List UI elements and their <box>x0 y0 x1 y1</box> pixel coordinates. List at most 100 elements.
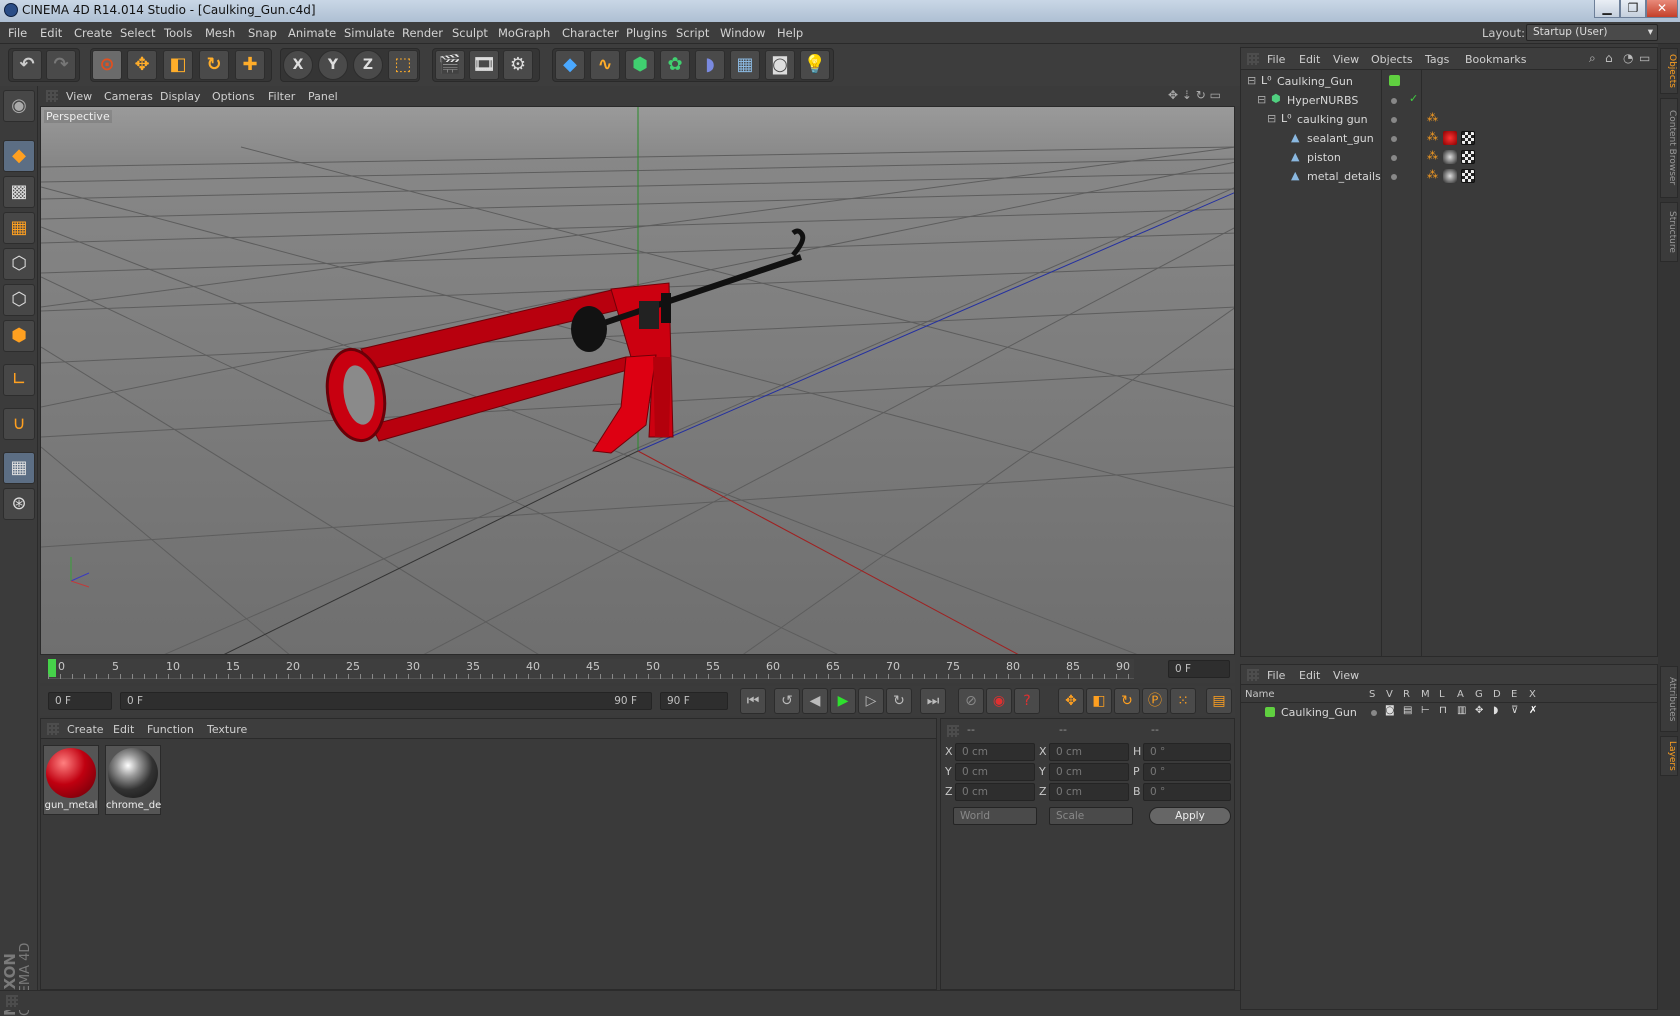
rotation-h-field[interactable]: 0 ° <box>1143 743 1231 761</box>
nurbs-icon[interactable]: ⬢ <box>625 50 655 80</box>
array-icon[interactable]: ✿ <box>660 50 690 80</box>
menu-window[interactable]: Window <box>720 26 765 40</box>
layer-col-locked[interactable]: L <box>1439 689 1445 700</box>
model-mode-icon[interactable]: ◆ <box>3 140 35 172</box>
key-pla-icon[interactable]: ⁙ <box>1170 688 1196 714</box>
tab-content-browser[interactable]: Content Browser <box>1660 98 1678 198</box>
phong-tag-icon[interactable]: ⁂ <box>1427 111 1438 124</box>
coord-mode-select[interactable]: Scale <box>1049 807 1133 825</box>
points-mode-icon[interactable]: ⬡ <box>3 248 35 280</box>
minimize-button[interactable]: ▁ <box>1594 0 1620 18</box>
magnet-icon[interactable]: ∪ <box>3 408 35 440</box>
material-swatch[interactable]: gun_metal <box>43 745 99 815</box>
size-y-field[interactable]: 0 cm <box>1049 763 1129 781</box>
timeline[interactable]: 0 5 10 15 20 25 30 35 40 45 50 55 60 65 … <box>40 657 1235 683</box>
texture-mode-icon[interactable]: ▩ <box>3 176 35 208</box>
visibility-dot[interactable] <box>1391 98 1397 104</box>
layer-row[interactable]: Caulking_Gun ◙ ▤ ⊢ ⊓ ▥ ✥ ◗ ⊽ ✗ <box>1241 704 1657 722</box>
position-y-field[interactable]: 0 cm <box>955 763 1035 781</box>
material-swatch[interactable]: chrome_de <box>105 745 161 815</box>
light-icon[interactable]: 💡 <box>800 50 830 80</box>
object-row[interactable]: ▲ sealant_gun ⁂ <box>1241 129 1657 149</box>
visibility-dot[interactable] <box>1391 174 1397 180</box>
menu-character[interactable]: Character <box>562 26 619 40</box>
object-menu-tags[interactable]: Tags <box>1425 53 1449 66</box>
cube-icon[interactable]: ◆ <box>555 50 585 80</box>
object-menu-edit[interactable]: Edit <box>1299 53 1320 66</box>
viewport[interactable]: Perspective <box>40 106 1235 655</box>
viewport-menu-panel[interactable]: Panel <box>308 90 338 103</box>
size-x-field[interactable]: 0 cm <box>1049 743 1129 761</box>
tab-objects[interactable]: Objects <box>1660 48 1678 94</box>
step-back-icon[interactable]: ◀ <box>802 688 828 714</box>
object-row[interactable]: ⊟ ⬢ HyperNURBS ✓ <box>1241 91 1657 111</box>
search-icon[interactable]: ⌕ <box>1589 51 1596 66</box>
redo-icon[interactable]: ↷ <box>46 50 76 80</box>
close-button[interactable]: ✕ <box>1646 0 1678 18</box>
key-scale-icon[interactable]: ◧ <box>1086 688 1112 714</box>
autokey-icon[interactable]: ? <box>1014 688 1040 714</box>
live-selection-icon[interactable]: ⊙ <box>92 50 122 80</box>
generator-toggle-icon[interactable]: ✥ <box>1475 705 1483 716</box>
phong-tag-icon[interactable]: ⁂ <box>1427 168 1438 181</box>
menu-tools[interactable]: Tools <box>164 26 192 40</box>
size-z-field[interactable]: 0 cm <box>1049 783 1129 801</box>
axis-mode-icon[interactable]: ∟ <box>3 364 35 396</box>
timeline-window-icon[interactable]: ▤ <box>1206 688 1232 714</box>
menu-file[interactable]: File <box>8 26 27 40</box>
coordinate-system-icon[interactable]: ⬚ <box>388 50 418 80</box>
material-menu-function[interactable]: Function <box>147 723 194 736</box>
workplane-icon[interactable]: ▦ <box>3 212 35 244</box>
menu-render[interactable]: Render <box>402 26 443 40</box>
menu-plugins[interactable]: Plugins <box>626 26 667 40</box>
layer-col-solo[interactable]: S <box>1369 689 1375 700</box>
menu-create[interactable]: Create <box>74 26 112 40</box>
solo-toggle[interactable] <box>1371 710 1377 716</box>
layer-menu-view[interactable]: View <box>1333 669 1359 682</box>
manager-toggle-icon[interactable]: ⊢ <box>1421 705 1430 716</box>
render-view-icon[interactable]: 🎬 <box>435 50 465 80</box>
menu-mograph[interactable]: MoGraph <box>498 26 550 40</box>
tab-structure[interactable]: Structure <box>1660 202 1678 262</box>
layer-col-expressions[interactable]: E <box>1511 689 1517 700</box>
xref-toggle-icon[interactable]: ✗ <box>1529 705 1537 716</box>
go-to-start-icon[interactable]: ⏮ <box>740 688 766 714</box>
layer-col-view[interactable]: V <box>1386 689 1393 700</box>
start-frame-field[interactable]: 0 F <box>48 692 112 710</box>
visibility-dot[interactable] <box>1391 117 1397 123</box>
rotation-p-field[interactable]: 0 ° <box>1143 763 1231 781</box>
render-toggle-icon[interactable]: ▤ <box>1403 705 1412 716</box>
material-menu-create[interactable]: Create <box>67 723 104 736</box>
menu-script[interactable]: Script <box>676 26 709 40</box>
render-settings-icon[interactable]: ⚙ <box>503 50 533 80</box>
record-off-icon[interactable]: ⊘ <box>958 688 984 714</box>
render-picture-viewer-icon[interactable]: 🎞 <box>469 50 499 80</box>
timeline-ruler[interactable]: 0 5 10 15 20 25 30 35 40 45 50 55 60 65 … <box>48 659 1134 679</box>
object-row[interactable]: ⊟ L⁰ caulking gun ⁂ <box>1241 110 1657 130</box>
phong-tag-icon[interactable]: ⁂ <box>1427 130 1438 143</box>
apply-button[interactable]: Apply <box>1149 807 1231 825</box>
object-row[interactable]: ▲ metal_details ⁂ <box>1241 167 1657 187</box>
layer-col-generators[interactable]: G <box>1475 689 1483 700</box>
current-frame-field[interactable]: 0 F <box>1168 660 1230 678</box>
object-row[interactable]: ▲ piston ⁂ <box>1241 148 1657 168</box>
key-rotation-icon[interactable]: ↻ <box>1114 688 1140 714</box>
material-menu-edit[interactable]: Edit <box>113 723 134 736</box>
restore-button[interactable]: ❐ <box>1620 0 1646 18</box>
viewport-menu-options[interactable]: Options <box>212 90 254 103</box>
visibility-dot[interactable] <box>1391 155 1397 161</box>
viewport-menu-view[interactable]: View <box>66 90 92 103</box>
position-x-field[interactable]: 0 cm <box>955 743 1035 761</box>
key-parameter-icon[interactable]: Ⓟ <box>1142 688 1168 714</box>
view-toggle-icon[interactable]: ◙ <box>1385 705 1395 716</box>
lock-toggle-icon[interactable]: ⊓ <box>1439 705 1447 716</box>
menu-select[interactable]: Select <box>120 26 155 40</box>
enabled-check-icon[interactable]: ✓ <box>1409 92 1418 105</box>
snap-grid-icon[interactable]: ▦ <box>3 452 35 484</box>
layer-menu-edit[interactable]: Edit <box>1299 669 1320 682</box>
camera-icon[interactable]: ◙ <box>765 50 795 80</box>
layer-menu-file[interactable]: File <box>1267 669 1285 682</box>
animation-toggle-icon[interactable]: ▥ <box>1457 705 1466 716</box>
polygons-mode-icon[interactable]: ⬢ <box>3 320 35 352</box>
coord-system-select[interactable]: World <box>953 807 1037 825</box>
